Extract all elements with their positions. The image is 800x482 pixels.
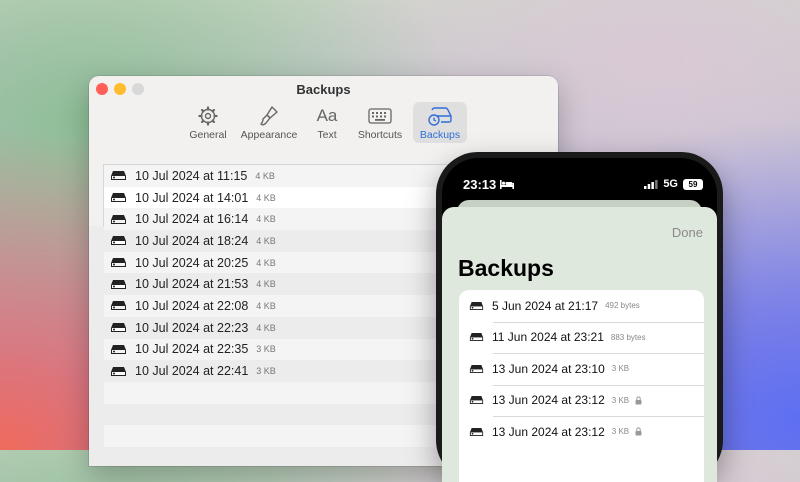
tab-label: Appearance <box>240 129 298 141</box>
iphone-screen: 23:13 5G 59 Done Backups 5 Jun 2024 at 2… <box>442 158 717 482</box>
drive-icon <box>469 332 484 342</box>
bed-icon <box>500 180 515 189</box>
drive-icon <box>110 214 127 225</box>
backup-size: 4 KB <box>256 279 276 290</box>
tab-label: Shortcuts <box>357 129 403 141</box>
sheet-title: Backups <box>458 255 554 281</box>
backup-date: 10 Jul 2024 at 20:25 <box>135 255 249 270</box>
lock-icon <box>635 396 642 405</box>
status-bar: 23:13 5G 59 <box>442 158 717 198</box>
backup-size: 3 KB <box>256 366 276 377</box>
backup-size: 3 KB <box>611 364 630 374</box>
backup-date: 10 Jul 2024 at 11:15 <box>135 168 248 183</box>
backup-date: 5 Jun 2024 at 21:17 <box>492 298 599 313</box>
backup-drive-icon <box>427 105 453 127</box>
battery-icon: 59 <box>683 178 703 190</box>
backup-size: 4 KB <box>256 214 276 225</box>
tab-shortcuts[interactable]: Shortcuts <box>349 102 411 143</box>
drive-icon <box>110 279 127 290</box>
drive-icon <box>469 427 484 437</box>
tab-text[interactable]: Aa Text <box>307 102 347 143</box>
ios-backup-row[interactable]: 13 Jun 2024 at 23:10 3 KB <box>459 353 704 385</box>
drive-icon <box>110 235 127 246</box>
ios-backup-row[interactable]: 5 Jun 2024 at 21:17 492 bytes <box>459 290 704 322</box>
iphone-frame: 23:13 5G 59 Done Backups 5 Jun 2024 at 2… <box>436 152 723 482</box>
backup-date: 10 Jul 2024 at 21:53 <box>135 277 249 292</box>
drive-icon <box>110 170 127 181</box>
backup-date: 10 Jul 2024 at 18:24 <box>135 233 249 248</box>
drive-icon <box>110 322 127 333</box>
backup-size: 4 KB <box>256 322 276 333</box>
done-button[interactable]: Done <box>672 225 703 240</box>
tab-label: Text <box>317 129 337 141</box>
drive-icon <box>110 257 127 268</box>
backup-size: 883 bytes <box>610 332 646 342</box>
gear-icon <box>198 105 218 127</box>
status-indicators: 5G 59 <box>644 178 703 190</box>
backup-size: 4 KB <box>256 235 276 246</box>
backup-date: 10 Jul 2024 at 22:23 <box>135 320 249 335</box>
tab-general[interactable]: General <box>185 102 231 143</box>
backup-date: 10 Jul 2024 at 14:01 <box>135 190 249 205</box>
backup-size: 4 KB <box>256 257 276 268</box>
network-type: 5G <box>663 178 678 190</box>
drive-icon <box>110 300 127 311</box>
ios-backup-row[interactable]: 13 Jun 2024 at 23:12 3 KB <box>459 384 704 417</box>
backup-size: 4 KB <box>256 300 276 311</box>
drive-icon <box>469 395 484 405</box>
ios-backup-row[interactable]: 13 Jun 2024 at 23:12 3 KB <box>459 416 704 448</box>
backup-date: 11 Jun 2024 at 23:21 <box>492 330 604 345</box>
backup-date: 10 Jul 2024 at 22:35 <box>135 342 249 357</box>
tab-appearance[interactable]: Appearance <box>233 102 305 143</box>
backup-size: 4 KB <box>256 192 276 203</box>
window-title: Backups <box>296 82 351 97</box>
paintbrush-icon <box>259 105 279 127</box>
backup-size: 3 KB <box>256 344 276 355</box>
backup-date: 13 Jun 2024 at 23:10 <box>492 361 605 376</box>
dynamic-island <box>537 172 633 198</box>
backup-date: 13 Jun 2024 at 23:12 <box>492 424 605 439</box>
drive-icon <box>110 344 127 355</box>
tab-label: General <box>189 129 227 141</box>
tab-label: Backups <box>419 129 461 141</box>
backup-date: 10 Jul 2024 at 16:14 <box>135 212 249 227</box>
status-time: 23:13 <box>463 177 515 192</box>
backup-size: 3 KB <box>611 395 630 405</box>
preferences-toolbar: General Appearance Aa Text Shortcuts Bac… <box>185 102 467 143</box>
ios-backup-row[interactable]: 11 Jun 2024 at 23:21 883 bytes <box>459 321 704 354</box>
backup-date: 10 Jul 2024 at 22:41 <box>135 364 249 379</box>
backup-size: 4 KB <box>255 170 275 181</box>
backup-date: 13 Jun 2024 at 23:12 <box>492 393 605 408</box>
lock-icon <box>635 427 642 436</box>
backups-sheet: Done Backups 5 Jun 2024 at 21:17 492 byt… <box>442 207 717 482</box>
drive-icon <box>469 364 484 374</box>
tab-backups[interactable]: Backups <box>413 102 467 143</box>
text-aa-icon: Aa <box>316 106 338 125</box>
backup-date: 10 Jul 2024 at 22:08 <box>135 298 249 313</box>
backup-size: 492 bytes <box>605 301 640 311</box>
keyboard-icon <box>368 105 392 127</box>
ios-backups-list: 5 Jun 2024 at 21:17 492 bytes 11 Jun 202… <box>459 290 704 482</box>
drive-icon <box>469 301 484 311</box>
signal-icon <box>644 179 658 189</box>
drive-icon <box>110 192 127 203</box>
drive-icon <box>110 366 127 377</box>
backup-size: 3 KB <box>611 427 630 437</box>
